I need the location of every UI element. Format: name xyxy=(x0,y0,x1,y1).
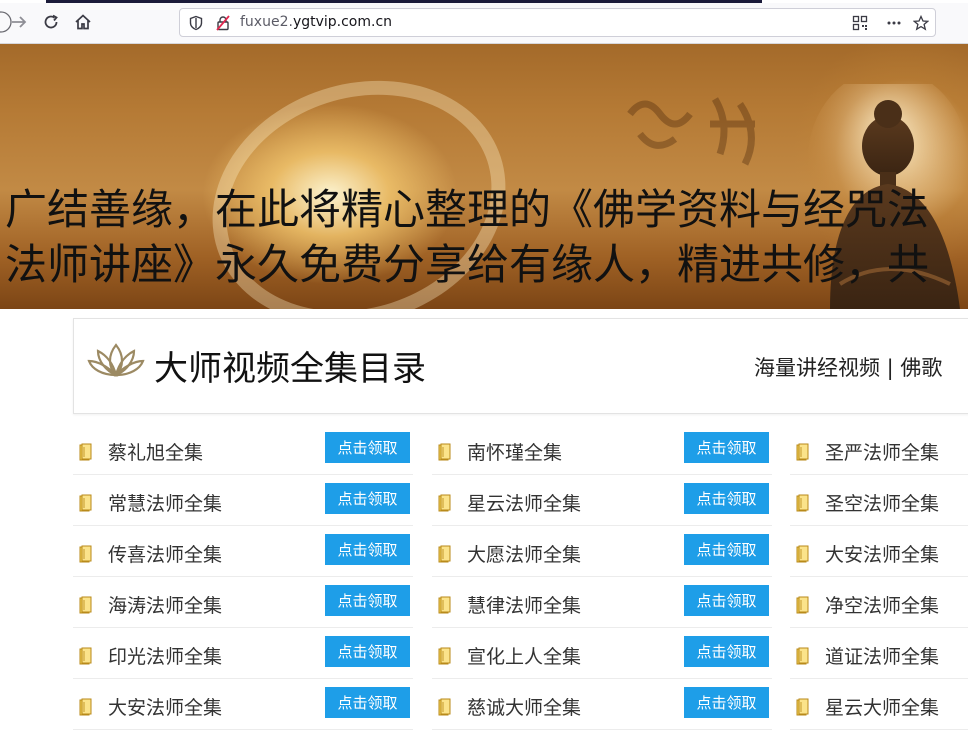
video-list-column-3: 圣严法师全集 圣空法师全集 大安法师全集 净空法师全集 道证法师全集 星云大师全集 xyxy=(790,424,968,730)
bookmark-star-icon[interactable] xyxy=(913,15,929,31)
list-item[interactable]: 净空法师全集 xyxy=(790,577,968,628)
active-tab-indicator xyxy=(46,0,762,3)
list-item[interactable]: 圣空法师全集 xyxy=(790,475,968,526)
section-title: 大师视频全集目录 xyxy=(154,349,426,389)
url-host: ygtvip.com.cn xyxy=(292,14,393,30)
collection-name[interactable]: 宣化上人全集 xyxy=(467,642,581,669)
list-item[interactable]: 印光法师全集 点击领取 xyxy=(73,628,413,679)
claim-button[interactable]: 点击领取 xyxy=(325,432,410,463)
insecure-lock-icon[interactable] xyxy=(215,15,231,31)
hero-banner: 广结善缘，在此将精心整理的《佛学资料与经咒法 法师讲座》永久免费分享给有缘人，精… xyxy=(0,44,968,309)
section-subtitle: 海量讲经视频 | 佛歌 xyxy=(754,356,943,380)
collection-name[interactable]: 大愿法师全集 xyxy=(467,540,581,567)
list-item[interactable]: 大安法师全集 xyxy=(790,526,968,577)
more-actions-icon[interactable] xyxy=(886,15,902,31)
list-item[interactable]: 大安法师全集 点击领取 xyxy=(73,679,413,730)
collection-name[interactable]: 星云大师全集 xyxy=(825,693,939,720)
collection-name[interactable]: 南怀瑾全集 xyxy=(467,438,562,465)
reload-icon xyxy=(44,14,58,29)
claim-button[interactable]: 点击领取 xyxy=(684,636,769,667)
claim-button[interactable]: 点击领取 xyxy=(684,432,769,463)
book-icon xyxy=(79,545,93,563)
list-item[interactable]: 海涛法师全集 点击领取 xyxy=(73,577,413,628)
collection-name[interactable]: 道证法师全集 xyxy=(825,642,939,669)
claim-button[interactable]: 点击领取 xyxy=(325,636,410,667)
claim-button[interactable]: 点击领取 xyxy=(684,534,769,565)
collection-name[interactable]: 净空法师全集 xyxy=(825,591,939,618)
book-icon xyxy=(438,545,452,563)
list-item[interactable]: 慈诚大师全集 点击领取 xyxy=(432,679,772,730)
book-icon xyxy=(79,596,93,614)
reload-button[interactable] xyxy=(38,9,64,35)
sanskrit-glyphs-decoration xyxy=(627,97,755,166)
banner-line-2: 法师讲座》永久免费分享给有缘人，精进共修，共 xyxy=(5,240,930,289)
collection-name[interactable]: 圣空法师全集 xyxy=(825,489,939,516)
book-icon xyxy=(796,443,810,461)
tab-strip xyxy=(0,0,968,3)
collection-name[interactable]: 大安法师全集 xyxy=(108,693,222,720)
forward-arrow-icon xyxy=(12,16,27,28)
book-icon xyxy=(79,443,93,461)
claim-button[interactable]: 点击领取 xyxy=(325,483,410,514)
list-item[interactable]: 常慧法师全集 点击领取 xyxy=(73,475,413,526)
book-icon xyxy=(438,494,452,512)
video-list-column-2: 南怀瑾全集 点击领取 星云法师全集 点击领取 大愿法师全集 点击领取 慧律法师全集 点击领取宣… xyxy=(432,424,772,730)
banner-line-1: 广结善缘，在此将精心整理的《佛学资料与经咒法 xyxy=(5,185,930,234)
claim-button[interactable]: 点击领取 xyxy=(684,687,769,718)
collection-name[interactable]: 大安法师全集 xyxy=(825,540,939,567)
list-item[interactable]: 星云大师全集 xyxy=(790,679,968,730)
video-list-column-1: 蔡礼旭全集 点击领取 常慧法师全集 点击领取 传喜法师全集 点击领取 海涛法师全集 点击领取印… xyxy=(73,424,413,730)
claim-button[interactable]: 点击领取 xyxy=(325,534,410,565)
book-icon xyxy=(79,494,93,512)
book-icon xyxy=(796,545,810,563)
collection-name[interactable]: 传喜法师全集 xyxy=(108,540,222,567)
list-item[interactable]: 传喜法师全集 点击领取 xyxy=(73,526,413,577)
list-item[interactable]: 星云法师全集 点击领取 xyxy=(432,475,772,526)
collection-name[interactable]: 慧律法师全集 xyxy=(467,591,581,618)
collection-name[interactable]: 慈诚大师全集 xyxy=(467,693,581,720)
list-item[interactable]: 慧律法师全集 点击领取 xyxy=(432,577,772,628)
book-icon xyxy=(438,647,452,665)
qr-code-icon[interactable] xyxy=(852,15,868,31)
claim-button[interactable]: 点击领取 xyxy=(325,687,410,718)
lotus-icon xyxy=(87,343,145,377)
book-icon xyxy=(438,596,452,614)
book-icon xyxy=(438,443,452,461)
collection-name[interactable]: 蔡礼旭全集 xyxy=(108,438,203,465)
browser-toolbar: fuxue2.ygtvip.com.cn xyxy=(0,0,968,44)
home-button[interactable] xyxy=(70,9,96,35)
url-prefix: fuxue2. xyxy=(240,14,293,30)
url-text[interactable]: fuxue2.ygtvip.com.cn xyxy=(240,14,392,30)
section-header: 大师视频全集目录 海量讲经视频 | 佛歌 xyxy=(73,318,968,414)
home-icon xyxy=(75,14,91,30)
book-icon xyxy=(79,647,93,665)
list-item[interactable]: 南怀瑾全集 点击领取 xyxy=(432,424,772,475)
book-icon xyxy=(796,596,810,614)
claim-button[interactable]: 点击领取 xyxy=(325,585,410,616)
claim-button[interactable]: 点击领取 xyxy=(684,585,769,616)
list-item[interactable]: 宣化上人全集 点击领取 xyxy=(432,628,772,679)
shield-icon[interactable] xyxy=(188,15,204,31)
list-item[interactable]: 大愿法师全集 点击领取 xyxy=(432,526,772,577)
collection-name[interactable]: 印光法师全集 xyxy=(108,642,222,669)
collection-name[interactable]: 星云法师全集 xyxy=(467,489,581,516)
collection-name[interactable]: 圣严法师全集 xyxy=(825,438,939,465)
list-item[interactable]: 蔡礼旭全集 点击领取 xyxy=(73,424,413,475)
collection-name[interactable]: 海涛法师全集 xyxy=(108,591,222,618)
collection-name[interactable]: 常慧法师全集 xyxy=(108,489,222,516)
list-item[interactable]: 道证法师全集 xyxy=(790,628,968,679)
forward-button[interactable] xyxy=(6,9,32,35)
book-icon xyxy=(796,494,810,512)
claim-button[interactable]: 点击领取 xyxy=(684,483,769,514)
list-item[interactable]: 圣严法师全集 xyxy=(790,424,968,475)
book-icon xyxy=(796,647,810,665)
url-bar[interactable]: fuxue2.ygtvip.com.cn xyxy=(179,8,936,37)
